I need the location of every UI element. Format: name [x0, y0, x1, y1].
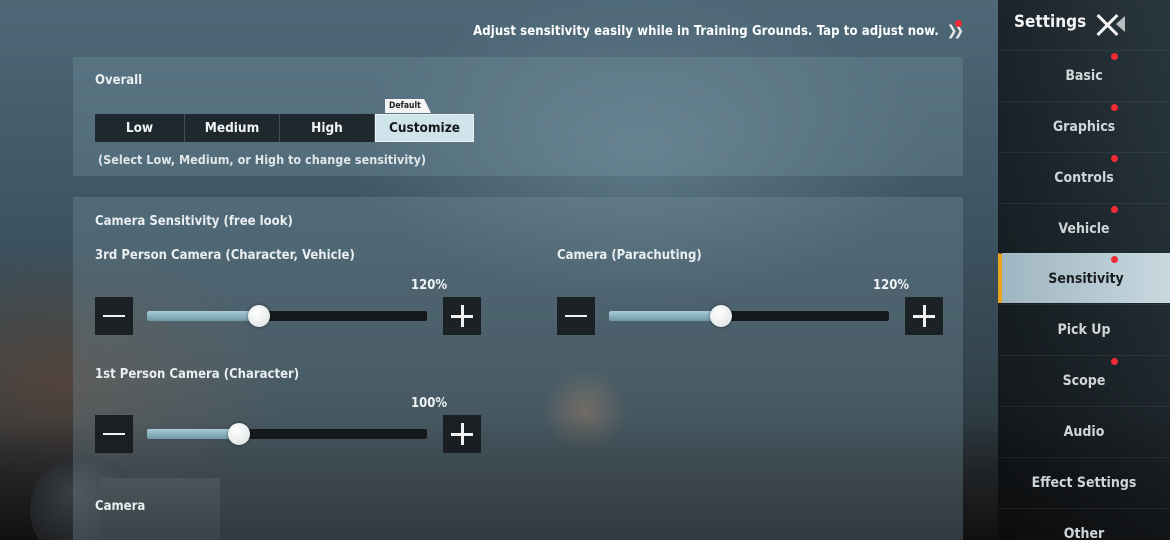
sidebar-item-label: Pick Up [1057, 321, 1111, 338]
preset-high[interactable]: High [280, 114, 375, 142]
notification-dot [1111, 256, 1118, 263]
notification-dot [1111, 206, 1118, 213]
notification-dot [1111, 358, 1118, 365]
plus-icon [451, 423, 473, 445]
slider-track[interactable] [147, 423, 427, 445]
slider-thumb[interactable] [228, 423, 251, 445]
sidebar-item-basic[interactable]: Basic [998, 50, 1170, 100]
sidebar-item-label: Sensitivity [1048, 270, 1124, 287]
settings-title: Settings [1014, 12, 1087, 32]
slider-track[interactable] [147, 305, 427, 327]
collapse-arrow-icon[interactable] [1116, 16, 1125, 32]
slider-thumb[interactable] [710, 305, 732, 327]
slider-fill [609, 311, 721, 321]
third-person-camera-label: 3rd Person Camera (Character, Vehicle) [95, 248, 355, 263]
settings-sidebar: Settings Basic Graphics Controls Vehicle… [998, 0, 1170, 540]
minus-icon [565, 314, 587, 318]
sidebar-item-other[interactable]: Other [998, 508, 1170, 540]
overall-preset-selector: Low Medium High Customize [95, 114, 474, 142]
sidebar-item-vehicle[interactable]: Vehicle [998, 203, 1170, 253]
sidebar-header: Settings [998, 0, 1170, 50]
minus-icon [103, 314, 125, 318]
notification-dot [1111, 104, 1118, 111]
minus-icon [103, 432, 125, 436]
slider-track[interactable] [609, 305, 889, 327]
notification-dot [1111, 53, 1118, 60]
parachuting-camera-value: 120% [873, 278, 910, 293]
sidebar-item-scope[interactable]: Scope [998, 355, 1170, 405]
next-camera-label: Camera [95, 499, 146, 514]
notification-dot [1111, 155, 1118, 162]
slider-fill [147, 311, 259, 321]
preset-low[interactable]: Low [95, 114, 185, 142]
increase-button[interactable] [905, 297, 943, 335]
preset-medium[interactable]: Medium [185, 114, 280, 142]
plus-icon [451, 305, 473, 327]
overall-panel: Overall Default Low Medium High Customiz… [73, 57, 963, 176]
default-tag: Default [385, 99, 431, 113]
sidebar-item-sensitivity[interactable]: Sensitivity [998, 253, 1170, 303]
sidebar-item-label: Scope [1062, 372, 1106, 389]
increase-button[interactable] [443, 297, 481, 335]
camera-section-title: Camera Sensitivity (free look) [95, 214, 293, 229]
decrease-button[interactable] [95, 415, 133, 453]
overall-hint: (Select Low, Medium, or High to change s… [98, 152, 427, 167]
decrease-button[interactable] [557, 297, 595, 335]
sidebar-item-label: Other [1063, 525, 1105, 540]
third-person-camera-slider [95, 297, 481, 335]
parachuting-camera-slider [557, 297, 943, 335]
decrease-button[interactable] [95, 297, 133, 335]
increase-button[interactable] [443, 415, 481, 453]
overall-title: Overall [95, 73, 143, 88]
slider-thumb[interactable] [248, 305, 270, 327]
training-grounds-tip[interactable]: Adjust sensitivity easily while in Train… [473, 20, 964, 42]
third-person-camera-value: 120% [411, 278, 448, 293]
sidebar-item-graphics[interactable]: Graphics [998, 101, 1170, 151]
plus-icon [913, 305, 935, 327]
parachuting-camera-label: Camera (Parachuting) [557, 248, 702, 263]
sidebar-item-label: Controls [1054, 169, 1114, 186]
tip-notification-dot [955, 20, 962, 27]
sidebar-item-controls[interactable]: Controls [998, 152, 1170, 202]
slider-fill [147, 429, 240, 439]
sidebar-item-label: Basic [1065, 67, 1103, 84]
tip-text: Adjust sensitivity easily while in Train… [473, 23, 939, 39]
first-person-camera-label: 1st Person Camera (Character) [95, 367, 300, 382]
camera-sensitivity-panel: Camera Sensitivity (free look) 3rd Perso… [73, 197, 963, 540]
sidebar-item-label: Audio [1063, 423, 1105, 440]
sidebar-item-audio[interactable]: Audio [998, 406, 1170, 456]
first-person-camera-value: 100% [411, 396, 448, 411]
preset-customize[interactable]: Customize [375, 114, 474, 142]
first-person-camera-slider [95, 415, 481, 453]
sidebar-item-pick-up[interactable]: Pick Up [998, 304, 1170, 354]
sidebar-item-effect-settings[interactable]: Effect Settings [998, 457, 1170, 507]
sidebar-item-label: Vehicle [1058, 220, 1110, 237]
sidebar-item-label: Effect Settings [1031, 474, 1137, 491]
sidebar-item-label: Graphics [1052, 118, 1116, 135]
